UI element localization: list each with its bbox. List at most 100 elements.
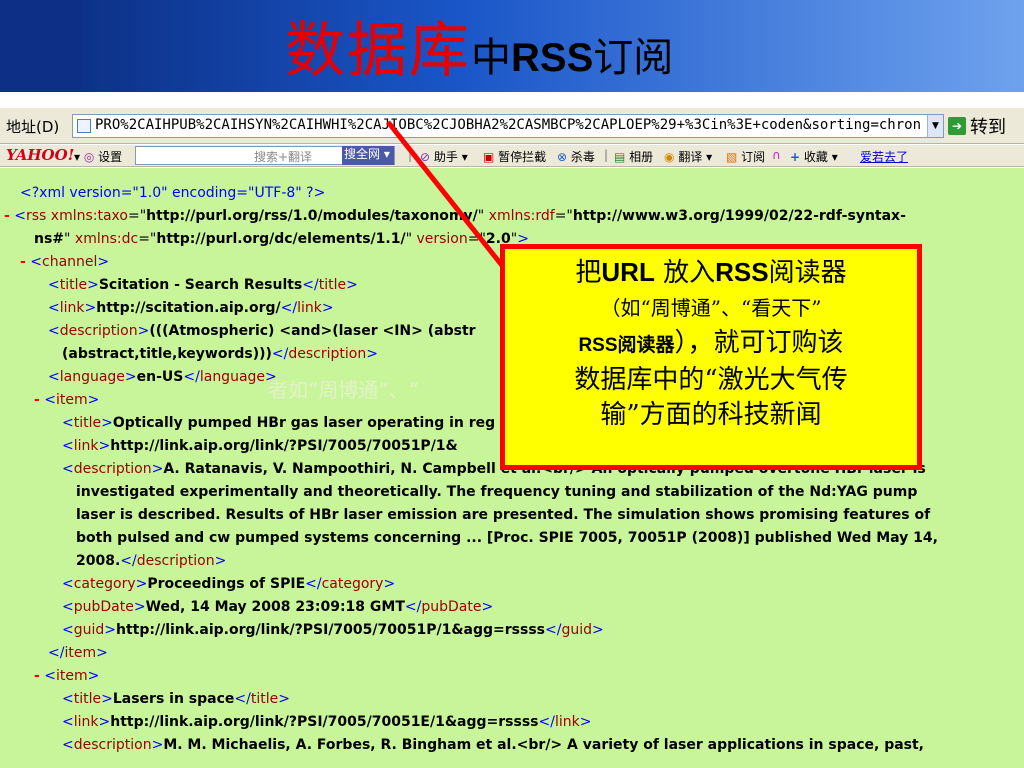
callout-l1-rss: RSS [715, 257, 769, 287]
channel-language: <language>en-US</language> [48, 369, 277, 385]
address-input[interactable]: PRO%2CAIHPUB%2CAIHSYN%2CAIHWHI%2CAJIOBC%… [72, 114, 944, 138]
item-2-title: <title>Lasers in space</title> [62, 691, 290, 707]
item-2-desc-line-1: M. M. Michaelis, A. Forbes, R. Bingham e… [163, 737, 925, 753]
headphone-icon[interactable]: ∩ [772, 148, 781, 162]
channel-description-cont: (abstract,title,keywords)))</description… [62, 346, 378, 362]
search-all-label: 搜全网 [344, 147, 381, 161]
callout-l1-mid: 放入 [654, 258, 716, 288]
callout-line-5: 输”方面的科技新闻 [600, 400, 822, 430]
address-dropdown-icon[interactable]: ▼ [927, 115, 943, 137]
item-1-category-text: Proceedings of SPIE [147, 576, 306, 592]
item-open-2: - <item> [34, 668, 100, 684]
search-all-button[interactable]: 搜全网 ▾ [342, 146, 394, 165]
helper-button[interactable]: ⊘ 助手 ▾ [420, 148, 468, 165]
settings-button[interactable]: ▾ ◎ 设置 [74, 148, 122, 165]
item-1-category: <category>Proceedings of SPIE</category> [62, 576, 396, 592]
translate-label: 翻译 [678, 150, 703, 164]
go-button[interactable]: ➔ 转到 [948, 113, 1018, 139]
settings-label: 设置 [98, 150, 123, 164]
item-1-desc-line-5: 2008. [76, 553, 121, 569]
callout-l1-url: URL [601, 257, 655, 287]
address-url[interactable]: PRO%2CAIHPUB%2CAIHSYN%2CAIHWHI%2CAJIOBC%… [95, 117, 925, 133]
favorites-button[interactable]: + 收藏 ▾ [790, 148, 838, 165]
channel-description: <description>(((Atmospheric) <and>(laser… [48, 323, 476, 339]
ghost-text: 者如“周博通”、“ [268, 378, 419, 402]
item-1-guid: <guid>http://link.aip.org/link/?PSI/7005… [62, 622, 604, 638]
block-popup-label: 暂停拦截 [498, 150, 547, 164]
item-1-title: <title>Optically pumped HBr gas laser op… [62, 415, 496, 431]
callout-line-1: 把URL 放入RSS阅读器 [515, 255, 907, 291]
block-popup-button[interactable]: ▣ 暂停拦截 [483, 148, 546, 165]
item-1-description-cont: both pulsed and cw pumped systems concer… [76, 527, 938, 550]
album-button[interactable]: ▤ 相册 [614, 148, 653, 165]
version-attr: version [416, 231, 468, 247]
album-icon: ▤ [614, 150, 626, 164]
callout-line-2: （如“周博通”、“看天下” [600, 296, 822, 320]
block-popup-icon: ▣ [483, 150, 495, 164]
item-close-1: </item> [48, 645, 108, 661]
helper-icon: ⊘ [420, 150, 431, 164]
callout-line-4: 数据库中的“激光大气传 [574, 365, 848, 395]
title-sub-post: 订阅 [593, 35, 674, 81]
title-sub-rss: RSS [511, 36, 594, 80]
collapse-channel[interactable]: - [20, 254, 26, 270]
slide-title-main: 数据库 [285, 16, 471, 86]
yahoo-logo[interactable]: YAHOO! [6, 146, 74, 164]
callout-l3-rss: RSS阅读器 [578, 335, 675, 356]
collapse-item-1[interactable]: - [34, 392, 40, 408]
item-1-link-text: http://link.aip.org/link/?PSI/7005/70051… [110, 438, 458, 454]
item-2-title-text: Lasers in space [112, 691, 235, 707]
settings-icon: ◎ [83, 150, 95, 164]
item-open-1: - <item> [34, 392, 100, 408]
item-1-desc-line-2: investigated experimentally and theoreti… [76, 484, 918, 500]
rdf-value-cont: ns# [34, 231, 65, 247]
amorous-link[interactable]: 爱若去了 [860, 148, 908, 165]
subscribe-label: 订阅 [741, 150, 766, 164]
item-1-desc-line-4: both pulsed and cw pumped systems concer… [76, 530, 938, 546]
search-placeholder: 搜索+翻译 [254, 150, 313, 164]
rss-open-tag: - <rss xmlns:taxo="http://purl.org/rss/1… [4, 208, 906, 224]
collapse-item-2[interactable]: - [34, 668, 40, 684]
channel-link: <link>http://scitation.aip.org/</link> [48, 300, 334, 316]
plus-icon: + [790, 150, 801, 164]
taxo-attr: xmlns:taxo [50, 208, 128, 224]
antivirus-button[interactable]: ⊗ 杀毒 [557, 148, 595, 165]
slide-title-sub: 中RSS订阅 [471, 35, 673, 81]
slide-title: 数据库中RSS订阅 [285, 16, 673, 93]
taxo-value: http://purl.org/rss/1.0/modules/taxonomy… [146, 208, 478, 224]
toolbar-divider: | [408, 148, 413, 162]
callout-box: 把URL 放入RSS阅读器 （如“周博通”、“看天下” RSS阅读器），就可订购… [500, 244, 922, 470]
item-1-pubdate-text: Wed, 14 May 2008 23:09:18 GMT [145, 599, 405, 615]
title-sub-pre: 中 [471, 35, 511, 81]
channel-open: - <channel> [20, 254, 110, 270]
callout-l1-pre: 把 [575, 258, 602, 288]
item-1-description-cont: investigated experimentally and theoreti… [76, 481, 917, 504]
page-icon [77, 119, 91, 133]
helper-label: 助手 [433, 150, 458, 164]
translate-button[interactable]: ◉ 翻译 ▾ [664, 148, 712, 165]
item-1-link: <link>http://link.aip.org/link/?PSI/7005… [62, 438, 458, 454]
antivirus-icon: ⊗ [557, 150, 568, 164]
channel-title: <title>Scitation - Search Results</title… [48, 277, 358, 293]
rss-open-tag-cont: ns#" xmlns:dc="http://purl.org/dc/elemen… [34, 231, 529, 247]
subscribe-button[interactable]: ▧ 订阅 [726, 148, 765, 165]
xml-declaration: <?xml version="1.0" encoding="UTF-8" ?> [20, 182, 325, 205]
antivirus-label: 杀毒 [570, 150, 595, 164]
collapse-rss[interactable]: - [4, 208, 10, 224]
toolbar-divider-2: | [604, 148, 609, 162]
channel-link-text: http://scitation.aip.org/ [96, 300, 281, 316]
album-label: 相册 [629, 150, 654, 164]
go-arrow-icon: ➔ [948, 117, 966, 135]
callout-l1-post: 阅读器 [768, 258, 847, 288]
callout-l3-post: ），就可订购该 [674, 328, 844, 358]
address-bar: 地址(D) PRO%2CAIHPUB%2CAIHSYN%2CAIHWHI%2CA… [0, 106, 1024, 144]
dc-value: http://purl.org/dc/elements/1.1/ [156, 231, 406, 247]
item-1-title-text: Optically pumped HBr gas laser operating… [112, 415, 496, 431]
rdf-value: http://www.w3.org/1999/02/22-rdf-syntax- [572, 208, 906, 224]
channel-language-text: en-US [136, 369, 184, 385]
item-2-link: <link>http://link.aip.org/link/?PSI/7005… [62, 714, 592, 730]
go-label: 转到 [970, 117, 1006, 138]
slide-header: 数据库中RSS订阅 [0, 0, 1024, 92]
rdf-attr: xmlns:rdf [488, 208, 555, 224]
item-1-pubdate: <pubDate>Wed, 14 May 2008 23:09:18 GMT</… [62, 599, 494, 615]
